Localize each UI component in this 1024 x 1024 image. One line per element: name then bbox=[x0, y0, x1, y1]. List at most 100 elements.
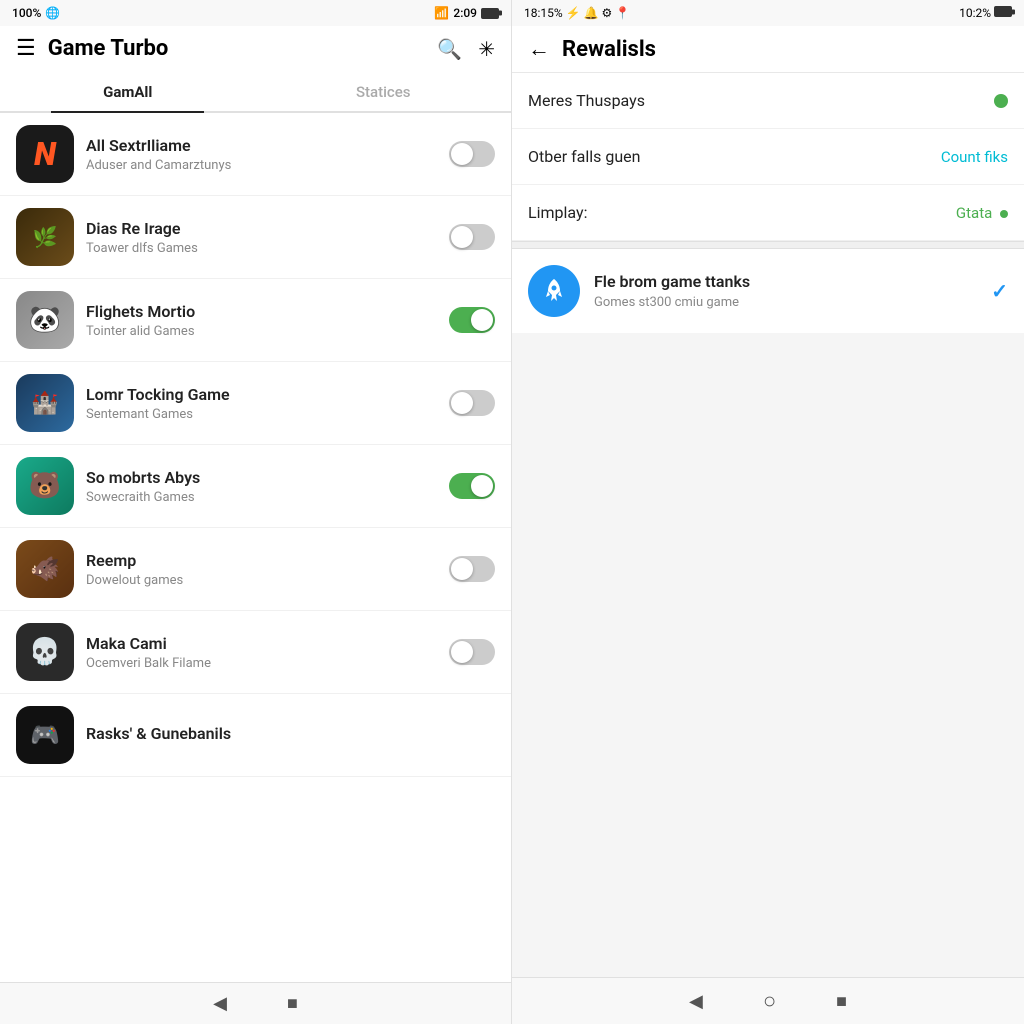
hamburger-icon[interactable]: ☰ bbox=[16, 36, 36, 61]
toggle-3[interactable] bbox=[449, 307, 495, 333]
reward-subtitle: Gomes st300 cmiu game bbox=[594, 295, 977, 310]
toggle-5[interactable] bbox=[449, 473, 495, 499]
game-info-6: Reemp Dowelout games bbox=[86, 551, 437, 588]
game-icon-3: 🐼 bbox=[16, 291, 74, 349]
nav-square-right[interactable]: ■ bbox=[836, 991, 847, 1012]
spacer bbox=[512, 333, 1024, 977]
toggle-6[interactable] bbox=[449, 556, 495, 582]
game-name-4: Lomr Tocking Game bbox=[86, 385, 437, 404]
game-name-6: Reemp bbox=[86, 551, 437, 570]
battery-icon-right bbox=[994, 6, 1012, 17]
game-name-2: Dias Re Irage bbox=[86, 219, 437, 238]
battery-icon-left bbox=[481, 8, 499, 19]
status-bar-left: 100% 🌐 📶 2:09 bbox=[0, 0, 511, 26]
top-bar-left: ☰ Game Turbo 🔍 ✳ bbox=[0, 26, 511, 71]
toggle-7[interactable] bbox=[449, 639, 495, 665]
setting-label-2: Otber falls guen bbox=[528, 147, 941, 166]
toggle-4[interactable] bbox=[449, 390, 495, 416]
n-logo: N bbox=[34, 135, 56, 173]
rocket-icon bbox=[540, 277, 568, 305]
right-title: Rewalisls bbox=[562, 37, 656, 62]
reward-item[interactable]: Fle brom game ttanks Gomes st300 cmiu ga… bbox=[512, 249, 1024, 333]
tabs: GamAll Statices bbox=[0, 71, 511, 113]
right-panel: 18:15% ⚡ 🔔 ⚙ 📍 10:2% ← Rewalisls Meres T… bbox=[512, 0, 1024, 1024]
list-item: N All SextrIliame Aduser and Camarztunys bbox=[0, 113, 511, 196]
status-right-info: 📶 2:09 bbox=[434, 6, 499, 20]
green-dot-indicator bbox=[994, 94, 1008, 108]
game-name-5: So mobrts Abys bbox=[86, 468, 437, 487]
status-right-right: 10:2% bbox=[959, 6, 1012, 20]
game-icon-5: 🐻 bbox=[16, 457, 74, 515]
game-dev-7: Ocemveri Balk Filame bbox=[86, 656, 437, 671]
list-item: 💀 Maka Cami Ocemveri Balk Filame bbox=[0, 611, 511, 694]
status-time-left: 2:09 bbox=[453, 6, 477, 20]
setting-label-3: Limplay: bbox=[528, 203, 956, 222]
small-green-dot bbox=[1000, 210, 1008, 218]
list-item: 🐻 So mobrts Abys Sowecraith Games bbox=[0, 445, 511, 528]
game-name-8: Rasks' & Gunebanils bbox=[86, 724, 495, 743]
list-item: 🐼 Flighets Mortio Tointer alid Games bbox=[0, 279, 511, 362]
game-dev-1: Aduser and Camarztunys bbox=[86, 158, 437, 173]
game-info-5: So mobrts Abys Sowecraith Games bbox=[86, 468, 437, 505]
list-item: 🌿 Dias Re Irage Toawer dlfs Games bbox=[0, 196, 511, 279]
setting-row-1: Meres Thuspays bbox=[512, 73, 1024, 129]
status-signal: 🌐 bbox=[45, 6, 60, 20]
nav-bar-right: ◀ ○ ■ bbox=[512, 977, 1024, 1024]
game-icon-8: 🎮 bbox=[16, 706, 74, 764]
reward-title: Fle brom game ttanks bbox=[594, 272, 977, 291]
toggle-2[interactable] bbox=[449, 224, 495, 250]
game-icon-6: 🐗 bbox=[16, 540, 74, 598]
nav-circle-right[interactable]: ○ bbox=[763, 988, 776, 1014]
game-info-3: Flighets Mortio Tointer alid Games bbox=[86, 302, 437, 339]
list-item: 🏰 Lomr Tocking Game Sentemant Games bbox=[0, 362, 511, 445]
reward-icon bbox=[528, 265, 580, 317]
game-info-8: Rasks' & Gunebanils bbox=[86, 724, 495, 746]
back-icon[interactable]: ← bbox=[528, 36, 550, 62]
status-wifi: 📶 bbox=[434, 6, 449, 20]
toggle-1[interactable] bbox=[449, 141, 495, 167]
nav-back-left[interactable]: ◀ bbox=[213, 993, 227, 1014]
status-time-right-left: 18:15% ⚡ 🔔 ⚙ 📍 bbox=[524, 6, 630, 20]
list-item: 🐗 Reemp Dowelout games bbox=[0, 528, 511, 611]
status-bar-right: 18:15% ⚡ 🔔 ⚙ 📍 10:2% bbox=[512, 0, 1024, 26]
game-name-1: All SextrIliame bbox=[86, 136, 437, 155]
game-dev-4: Sentemant Games bbox=[86, 407, 437, 422]
nav-home-left[interactable]: ■ bbox=[287, 993, 298, 1014]
top-bar-icons: 🔍 ✳ bbox=[437, 37, 495, 61]
nav-bar-left: ◀ ■ bbox=[0, 982, 511, 1024]
right-top-bar: ← Rewalisls bbox=[512, 26, 1024, 73]
game-icon-4: 🏰 bbox=[16, 374, 74, 432]
game-info-1: All SextrIliame Aduser and Camarztunys bbox=[86, 136, 437, 173]
setting-value-3: Gtata bbox=[956, 204, 1008, 222]
setting-label-1: Meres Thuspays bbox=[528, 91, 994, 110]
left-panel: 100% 🌐 📶 2:09 ☰ Game Turbo 🔍 ✳ GamAll St… bbox=[0, 0, 512, 1024]
game-dev-2: Toawer dlfs Games bbox=[86, 241, 437, 256]
reward-info: Fle brom game ttanks Gomes st300 cmiu ga… bbox=[594, 272, 977, 310]
game-dev-3: Tointer alid Games bbox=[86, 324, 437, 339]
game-info-7: Maka Cami Ocemveri Balk Filame bbox=[86, 634, 437, 671]
setting-row-2[interactable]: Otber falls guen Count fiks bbox=[512, 129, 1024, 185]
tab-gamall[interactable]: GamAll bbox=[0, 71, 256, 111]
game-name-3: Flighets Mortio bbox=[86, 302, 437, 321]
search-icon[interactable]: 🔍 bbox=[437, 37, 462, 61]
nav-back-right[interactable]: ◀ bbox=[689, 991, 703, 1012]
setting-row-3: Limplay: Gtata bbox=[512, 185, 1024, 241]
chevron-down-icon[interactable]: ✓ bbox=[991, 279, 1008, 303]
game-info-2: Dias Re Irage Toawer dlfs Games bbox=[86, 219, 437, 256]
settings-list: Meres Thuspays Otber falls guen Count fi… bbox=[512, 73, 1024, 241]
game-icon-2: 🌿 bbox=[16, 208, 74, 266]
setting-value-2: Count fiks bbox=[941, 148, 1008, 166]
settings-star-icon[interactable]: ✳ bbox=[478, 37, 495, 61]
game-list: N All SextrIliame Aduser and Camarztunys… bbox=[0, 113, 511, 982]
status-left-info: 100% 🌐 bbox=[12, 6, 60, 20]
status-percent: 100% bbox=[12, 6, 41, 20]
app-title: Game Turbo bbox=[48, 36, 438, 61]
game-icon-7: 💀 bbox=[16, 623, 74, 681]
game-name-7: Maka Cami bbox=[86, 634, 437, 653]
tab-statices[interactable]: Statices bbox=[256, 71, 512, 111]
game-info-4: Lomr Tocking Game Sentemant Games bbox=[86, 385, 437, 422]
game-dev-6: Dowelout games bbox=[86, 573, 437, 588]
game-icon-1: N bbox=[16, 125, 74, 183]
list-item: 🎮 Rasks' & Gunebanils bbox=[0, 694, 511, 777]
game-dev-5: Sowecraith Games bbox=[86, 490, 437, 505]
